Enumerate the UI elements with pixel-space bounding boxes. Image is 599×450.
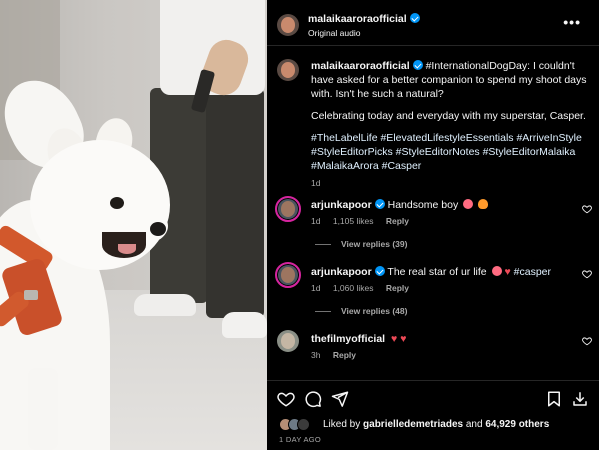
liker-avatar <box>297 418 310 431</box>
comment-avatar[interactable] <box>277 330 299 352</box>
audio-label[interactable]: Original audio <box>308 28 360 38</box>
comment-text-row: thefilmyofficial ♥ ♥ <box>311 332 581 346</box>
comment-like-heart-icon[interactable] <box>582 269 592 279</box>
more-icon[interactable]: ••• <box>563 14 581 30</box>
bookmark-icon[interactable] <box>545 390 563 408</box>
dog-head <box>30 140 170 270</box>
caption-avatar[interactable] <box>277 59 299 81</box>
reply-button[interactable]: Reply <box>386 216 409 226</box>
view-replies-button[interactable]: View replies (48) <box>315 306 407 316</box>
likes-others-count[interactable]: 64,929 others <box>485 419 549 430</box>
dog-tongue <box>118 244 136 254</box>
dog-harness-buckle <box>24 290 38 300</box>
heart-eyes-emoji-icon <box>463 199 474 209</box>
red-heart-emoji-icon: ♥ <box>400 333 407 345</box>
comment-time: 1d <box>311 216 321 226</box>
verified-icon <box>412 60 423 70</box>
post-header: malaikaaroraofficial Original audio ••• <box>267 0 599 46</box>
fire-emoji-icon <box>478 199 489 209</box>
post-side-panel: malaikaaroraofficial Original audio ••• … <box>267 0 599 450</box>
dog-eye <box>110 197 124 209</box>
comment-text-row: arjunkapoor Handsome boy <box>311 198 581 212</box>
comment-hashtag[interactable]: #casper <box>514 266 551 278</box>
post-timestamp[interactable]: 1 DAY AGO <box>279 435 321 444</box>
comment-text: The real star of ur life <box>387 266 487 278</box>
caption: malaikaaroraofficial #InternationalDogDa… <box>311 59 593 190</box>
caption-text-2: Celebrating today and everyday with my s… <box>311 110 586 122</box>
photo-shoe-left <box>134 294 196 316</box>
photo-shoe-right <box>222 312 267 338</box>
verified-icon <box>409 13 420 23</box>
red-heart-emoji-icon: ♥ <box>504 266 511 278</box>
comment-like-heart-icon[interactable] <box>582 204 592 214</box>
heart-icon[interactable] <box>277 390 295 408</box>
comment-username[interactable]: arjunkapoor <box>311 199 372 211</box>
comment-icon[interactable] <box>304 390 322 408</box>
comment-time: 1d <box>311 283 321 293</box>
comment-meta: 3h Reply <box>311 350 366 360</box>
dog-nose <box>150 222 166 236</box>
comment-avatar[interactable] <box>275 196 301 222</box>
comment-username[interactable]: arjunkapoor <box>311 266 372 278</box>
comments-scroll-area[interactable]: malaikaaroraofficial #InternationalDogDa… <box>267 47 599 380</box>
author-avatar[interactable] <box>277 14 299 36</box>
dog-leg <box>28 368 58 450</box>
verified-icon <box>374 266 385 276</box>
comment-likes[interactable]: 1,105 likes <box>333 216 374 226</box>
red-heart-emoji-icon: ♥ <box>391 333 398 345</box>
likes-summary: Liked by gabrielledemetriades and 64,929… <box>323 419 550 430</box>
photo-person-leg-right <box>206 88 264 318</box>
download-icon[interactable] <box>571 390 589 408</box>
caption-time: 1d <box>311 178 321 188</box>
comment-avatar[interactable] <box>275 262 301 288</box>
post-photo[interactable] <box>0 0 267 450</box>
author-username[interactable]: malaikaaroraofficial <box>308 13 407 25</box>
caption-username[interactable]: malaikaaroraofficial <box>311 60 410 72</box>
post-actions-bar: Liked by gabrielledemetriades and 64,929… <box>267 380 599 450</box>
comment-text-row: arjunkapoor The real star of ur life ♥ #… <box>311 265 581 279</box>
comment-like-heart-icon[interactable] <box>582 336 592 346</box>
comment-text: Handsome boy <box>387 199 459 211</box>
author-username-row[interactable]: malaikaaroraofficial <box>308 13 420 25</box>
comment-time: 3h <box>311 350 321 360</box>
reply-button[interactable]: Reply <box>386 283 409 293</box>
comment-username[interactable]: thefilmyofficial <box>311 333 385 345</box>
reply-button[interactable]: Reply <box>333 350 356 360</box>
comment-likes[interactable]: 1,060 likes <box>333 283 374 293</box>
comment-meta: 1d 1,060 likes Reply <box>311 283 419 293</box>
share-icon[interactable] <box>331 390 349 408</box>
comment-meta: 1d 1,105 likes Reply <box>311 216 419 226</box>
liked-by-user[interactable]: gabrielledemetriades <box>363 419 463 430</box>
view-replies-button[interactable]: View replies (39) <box>315 239 407 249</box>
verified-icon <box>374 199 385 209</box>
caption-hashtags[interactable]: #TheLabelLife #ElevatedLifestyleEssentia… <box>311 131 593 173</box>
heart-eyes-emoji-icon <box>491 266 502 276</box>
